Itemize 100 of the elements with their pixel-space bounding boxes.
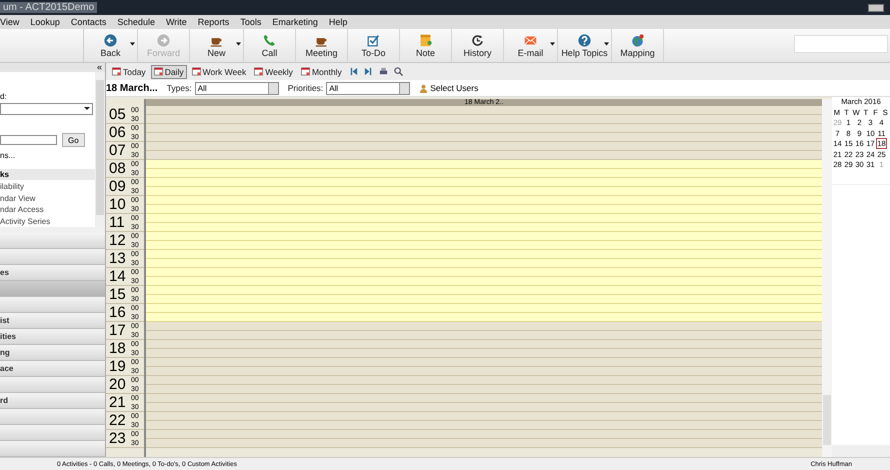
time-slot[interactable] [146, 277, 822, 286]
toolbar-button[interactable]: Mapping [612, 29, 664, 62]
navigation-group[interactable]: rd [0, 393, 105, 409]
time-slot[interactable] [146, 421, 822, 430]
time-slot[interactable] [146, 394, 822, 403]
menu-item[interactable]: Write [166, 17, 187, 27]
time-slot[interactable] [146, 439, 822, 448]
time-slot[interactable] [146, 313, 822, 322]
menu-item[interactable]: Tools [240, 17, 262, 27]
collapse-button[interactable]: « [96, 63, 102, 72]
toolbar-button[interactable]: E-mail [504, 29, 558, 62]
hour-label: 23 [109, 430, 127, 447]
time-slot[interactable] [146, 223, 822, 232]
toolbar-button[interactable]: Note [400, 29, 452, 62]
time-slot[interactable] [146, 160, 822, 169]
time-slot[interactable] [146, 151, 822, 160]
task-link[interactable]: ndar Access [0, 204, 95, 216]
toolbar-button[interactable]: New [190, 29, 244, 62]
menu-item[interactable]: Emarketing [272, 17, 318, 27]
calendar-icon [154, 67, 163, 76]
search-field[interactable] [794, 35, 888, 53]
toolbar-button[interactable]: Back [84, 29, 138, 62]
view-tab[interactable]: Work Week [188, 64, 250, 78]
time-slot[interactable] [146, 340, 822, 349]
menu-item[interactable]: Schedule [117, 17, 155, 27]
navigation-group[interactable] [0, 249, 105, 265]
time-slot[interactable] [146, 142, 822, 151]
minimize-button[interactable] [868, 4, 884, 12]
time-slot[interactable] [146, 295, 822, 304]
time-slot[interactable] [146, 133, 822, 142]
navigation-group[interactable] [0, 425, 105, 441]
navigation-group[interactable] [0, 441, 105, 457]
menu-item[interactable]: Reports [198, 17, 230, 27]
time-slot[interactable] [146, 430, 822, 439]
time-slot[interactable] [146, 412, 822, 421]
time-slot[interactable] [146, 259, 822, 268]
last-icon[interactable] [364, 67, 373, 76]
go-button[interactable]: Go [62, 133, 85, 147]
view-tab[interactable]: Today [109, 64, 149, 78]
time-slot[interactable] [146, 349, 822, 358]
navigation-group[interactable] [0, 233, 105, 249]
time-slot[interactable] [146, 367, 822, 376]
options-link[interactable]: ns... [0, 151, 95, 160]
time-slot[interactable] [146, 268, 822, 277]
task-link[interactable]: Activity Series [0, 216, 95, 227]
time-slot[interactable] [146, 106, 822, 115]
menu-item[interactable]: View [0, 17, 20, 27]
print-icon[interactable] [378, 67, 388, 76]
time-slot[interactable] [146, 286, 822, 295]
view-tab[interactable]: Monthly [298, 64, 345, 78]
time-slot[interactable] [146, 115, 822, 124]
time-slot[interactable] [146, 241, 822, 250]
navigation-group[interactable] [0, 377, 105, 393]
input-field[interactable] [0, 135, 57, 145]
time-slot[interactable] [146, 169, 822, 178]
view-tab[interactable]: Weekly [251, 64, 296, 78]
time-slot[interactable] [146, 178, 822, 187]
view-tab[interactable]: Daily [150, 64, 187, 78]
navigation-group[interactable] [0, 409, 105, 425]
navigation-group[interactable]: ace [0, 361, 105, 377]
search-icon[interactable] [394, 67, 403, 76]
time-slot[interactable] [146, 124, 822, 133]
time-slot[interactable] [146, 331, 822, 340]
first-icon[interactable] [348, 67, 358, 76]
navigation-group[interactable] [0, 281, 105, 297]
time-slot[interactable] [146, 250, 822, 259]
toolbar-button[interactable]: To-Do [348, 29, 400, 62]
time-slot[interactable] [146, 385, 822, 394]
navigation-group[interactable] [0, 297, 105, 313]
time-slot[interactable] [146, 403, 822, 412]
dropdown-field[interactable] [0, 103, 93, 115]
select-users-button[interactable]: Select Users [419, 83, 478, 93]
navigation-group[interactable]: es [0, 265, 105, 281]
menu-item[interactable]: Help [328, 17, 348, 27]
time-slot[interactable] [146, 322, 822, 331]
time-slot[interactable] [146, 214, 822, 223]
types-dropdown[interactable]: All [194, 82, 279, 94]
toolbar-button[interactable]: Meeting [296, 29, 348, 62]
navigation-group[interactable]: ng [0, 345, 105, 361]
back-arrow-icon [104, 34, 117, 46]
menu-item[interactable]: Lookup [30, 17, 60, 27]
time-slot[interactable] [146, 304, 822, 313]
navigation-group[interactable]: ities [0, 329, 105, 345]
time-slot[interactable] [146, 205, 822, 214]
navigation-group[interactable]: ist [0, 313, 105, 329]
toolbar-button[interactable]: History [452, 29, 504, 62]
time-slot[interactable] [146, 376, 822, 385]
scrollbar[interactable] [832, 445, 890, 457]
priorities-dropdown[interactable]: All [326, 82, 410, 94]
toolbar-button[interactable]: Call [244, 29, 296, 62]
menu-item[interactable]: Contacts [70, 17, 106, 27]
time-slot[interactable] [146, 187, 822, 196]
time-slot[interactable] [146, 232, 822, 241]
task-link[interactable]: ndar View [0, 192, 95, 204]
scrollbar[interactable] [95, 72, 105, 227]
time-slot[interactable] [146, 358, 822, 367]
toolbar-button[interactable]: Help Topics [558, 29, 612, 62]
scrollbar[interactable] [822, 99, 832, 457]
task-link[interactable]: ilability [0, 181, 95, 192]
time-slot[interactable] [146, 196, 822, 205]
